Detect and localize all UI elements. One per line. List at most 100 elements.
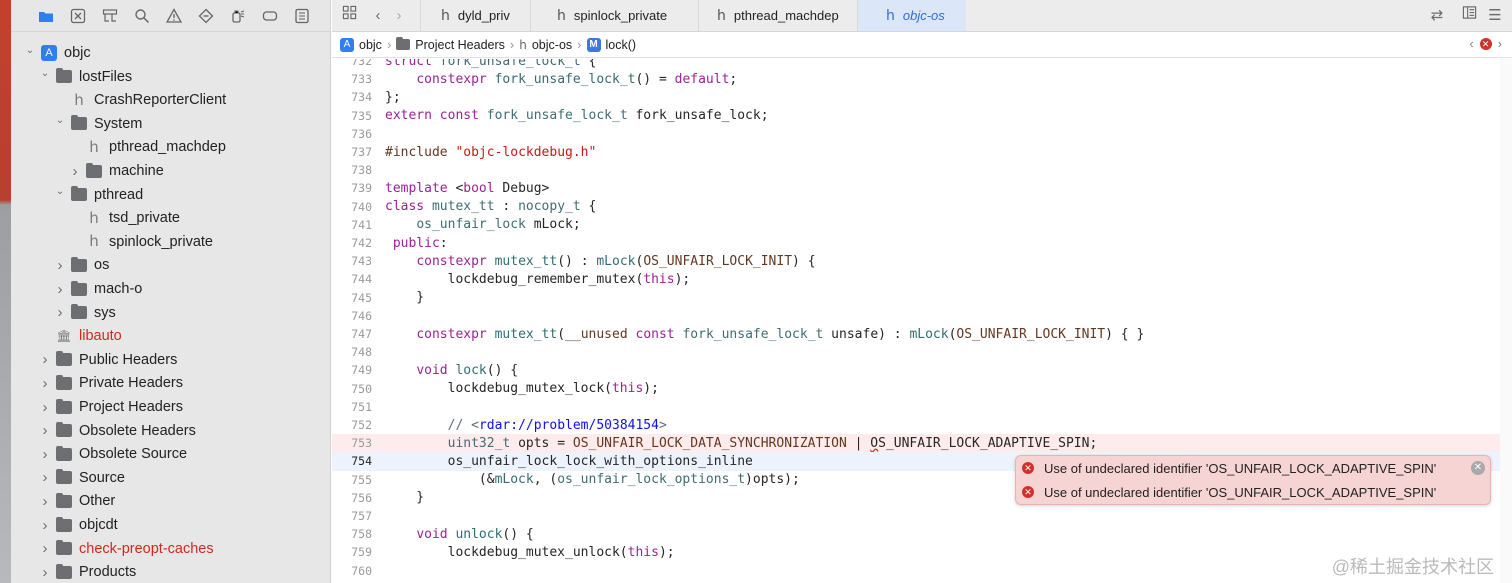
- tree-item-os[interactable]: › os: [11, 254, 330, 276]
- tree-item-private-headers[interactable]: › Private Headers: [11, 372, 330, 394]
- grid-icon[interactable]: [338, 5, 360, 27]
- code-line[interactable]: 753 uint32_t opts = OS_UNFAIR_LOCK_DATA_…: [332, 434, 1512, 453]
- code-line[interactable]: 732 struct fork_unsafe_lock_t {: [332, 59, 1512, 70]
- tree-item-other[interactable]: › Other: [11, 490, 330, 512]
- line-number[interactable]: 759: [332, 545, 372, 559]
- chevron-right-icon[interactable]: ›: [40, 422, 50, 439]
- code-line[interactable]: 744 lockdebug_remember_mutex(this);: [332, 270, 1512, 288]
- add-editor-icon[interactable]: ☰: [1484, 5, 1506, 27]
- tab-pthread-machdep[interactable]: h pthread_machdep: [698, 0, 857, 31]
- chevron-right-icon[interactable]: ›: [55, 281, 65, 298]
- code-line[interactable]: 745 }: [332, 289, 1512, 307]
- line-number[interactable]: 745: [332, 291, 372, 305]
- xmark-square-icon[interactable]: [62, 4, 94, 28]
- code-line[interactable]: 758 void unlock() {: [332, 525, 1512, 543]
- tree-item-obsolete-headers[interactable]: › Obsolete Headers: [11, 420, 330, 442]
- chevron-right-icon[interactable]: ›: [40, 399, 50, 416]
- tree-item-objcdt[interactable]: › objcdt: [11, 514, 330, 536]
- line-number[interactable]: 743: [332, 254, 372, 268]
- line-number[interactable]: 744: [332, 272, 372, 286]
- code-line[interactable]: 736: [332, 125, 1512, 143]
- code-line[interactable]: 752 // <rdar://problem/50384154>: [332, 416, 1512, 434]
- error-icon[interactable]: ✕: [1479, 37, 1492, 50]
- breadcrumb-project[interactable]: A objc ›: [340, 37, 396, 52]
- previous-issue-icon[interactable]: ‹: [1469, 36, 1473, 51]
- line-number[interactable]: 748: [332, 345, 372, 359]
- tab-spinlock-private[interactable]: h spinlock_private: [530, 0, 698, 31]
- folder-icon[interactable]: [30, 4, 62, 28]
- diamond-icon[interactable]: [190, 4, 222, 28]
- error-annotation[interactable]: ✕ Use of undeclared identifier 'OS_UNFAI…: [1016, 480, 1490, 504]
- tree-item-pthread[interactable]: ⌄ pthread: [11, 184, 330, 206]
- forward-chevron-icon[interactable]: ›: [388, 5, 410, 27]
- magnifier-icon[interactable]: [126, 4, 158, 28]
- code-line[interactable]: 746: [332, 307, 1512, 325]
- code-line[interactable]: 734};: [332, 88, 1512, 106]
- chevron-right-icon[interactable]: ›: [55, 304, 65, 321]
- code-line[interactable]: 739 template <bool Debug>: [332, 179, 1512, 197]
- line-number[interactable]: 756: [332, 491, 372, 505]
- chevron-down-icon[interactable]: ⌄: [25, 45, 35, 56]
- tree-item-spinlock-private[interactable]: h spinlock_private: [11, 231, 330, 253]
- code-line[interactable]: 743 constexpr mutex_tt() : mLock(OS_UNFA…: [332, 252, 1512, 270]
- line-number[interactable]: 757: [332, 509, 372, 523]
- line-number[interactable]: 739: [332, 181, 372, 195]
- line-number[interactable]: 752: [332, 418, 372, 432]
- tree-item-public-headers[interactable]: › Public Headers: [11, 349, 330, 371]
- back-chevron-icon[interactable]: ‹: [367, 5, 389, 27]
- breadcrumb-symbol[interactable]: M lock(): [586, 37, 636, 52]
- chevron-down-icon[interactable]: ⌄: [55, 115, 65, 126]
- error-annotation[interactable]: ✕ Use of undeclared identifier 'OS_UNFAI…: [1016, 456, 1490, 480]
- chevron-right-icon[interactable]: ›: [40, 375, 50, 392]
- line-number[interactable]: 735: [332, 109, 372, 123]
- code-line[interactable]: 751: [332, 398, 1512, 416]
- line-number[interactable]: 754: [332, 454, 372, 468]
- tree-item-pthread-machdep[interactable]: h pthread_machdep: [11, 136, 330, 158]
- vertical-scrollbar[interactable]: [1500, 59, 1512, 583]
- tree-item-libauto[interactable]: 🏛 libauto: [11, 325, 330, 347]
- code-line[interactable]: 738: [332, 161, 1512, 179]
- line-number[interactable]: 751: [332, 400, 372, 414]
- line-number[interactable]: 758: [332, 527, 372, 541]
- breadcrumb-file[interactable]: h objc-os ›: [519, 37, 586, 52]
- code-line[interactable]: 735 extern const fork_unsafe_lock_t fork_…: [332, 107, 1512, 125]
- line-number[interactable]: 733: [332, 72, 372, 86]
- chevron-right-icon[interactable]: ›: [40, 564, 50, 581]
- warning-icon[interactable]: [158, 4, 190, 28]
- line-number[interactable]: 741: [332, 218, 372, 232]
- code-line[interactable]: 742 public:: [332, 234, 1512, 252]
- chevron-right-icon[interactable]: ›: [55, 257, 65, 274]
- chevron-down-icon[interactable]: ⌄: [55, 186, 65, 197]
- chevron-right-icon[interactable]: ›: [40, 493, 50, 510]
- code-line[interactable]: 737 #include "objc-lockdebug.h": [332, 143, 1512, 161]
- line-number[interactable]: 755: [332, 473, 372, 487]
- spray-icon[interactable]: [222, 4, 254, 28]
- next-issue-icon[interactable]: ›: [1498, 36, 1502, 51]
- code-line[interactable]: 741 os_unfair_lock mLock;: [332, 216, 1512, 234]
- line-number[interactable]: 742: [332, 236, 372, 250]
- tree-item-machine[interactable]: › machine: [11, 160, 330, 182]
- code-line[interactable]: 749 void lock() {: [332, 361, 1512, 379]
- tree-item-obsolete-source[interactable]: › Obsolete Source: [11, 443, 330, 465]
- hierarchy-icon[interactable]: [94, 4, 126, 28]
- tree-item-mach-o[interactable]: › mach-o: [11, 278, 330, 300]
- chevron-right-icon[interactable]: ›: [40, 446, 50, 463]
- chevron-right-icon[interactable]: ›: [40, 517, 50, 534]
- line-number[interactable]: 734: [332, 90, 372, 104]
- tree-item-sys[interactable]: › sys: [11, 302, 330, 324]
- tree-item-check-preopt-caches[interactable]: › check-preopt-caches: [11, 538, 330, 560]
- editor-options-icon[interactable]: [1458, 5, 1480, 27]
- tree-item-lostfiles[interactable]: ⌄ lostFiles: [11, 66, 330, 88]
- tree-item-objc[interactable]: ⌄ Aobjc: [11, 42, 330, 64]
- list-icon[interactable]: [286, 4, 318, 28]
- chevron-right-icon[interactable]: ›: [70, 163, 80, 180]
- line-number[interactable]: 737: [332, 145, 372, 159]
- breadcrumb-group[interactable]: Project Headers ›: [396, 37, 519, 52]
- tab-objc-os[interactable]: h objc-os: [857, 0, 966, 31]
- close-icon[interactable]: ✕: [1471, 461, 1485, 475]
- tree-item-products[interactable]: › Products: [11, 561, 330, 583]
- line-number[interactable]: 740: [332, 200, 372, 214]
- chevron-right-icon[interactable]: ›: [40, 469, 50, 486]
- line-number[interactable]: 749: [332, 363, 372, 377]
- line-number[interactable]: 753: [332, 436, 372, 450]
